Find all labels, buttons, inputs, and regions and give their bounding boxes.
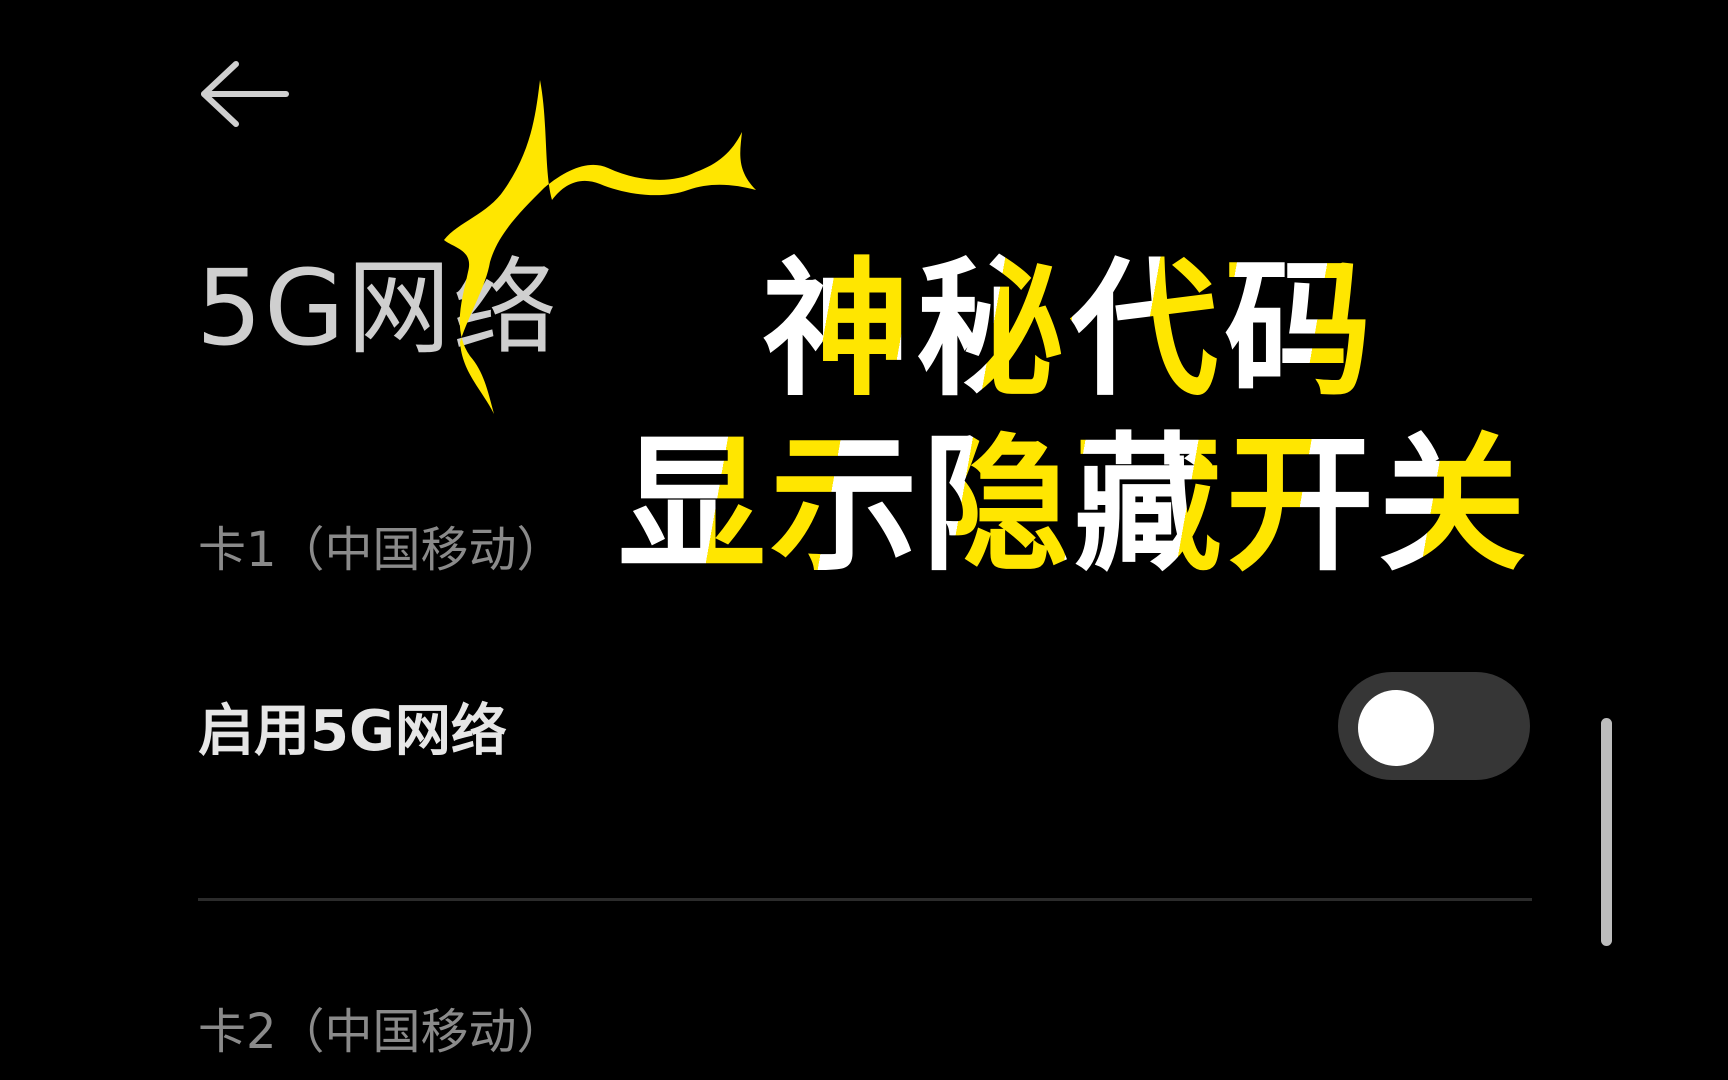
enable-5g-label: 启用5G网络 [198,699,507,764]
enable-5g-toggle[interactable] [1338,672,1530,780]
overlay-caption-line2: 显示隐藏开关 [618,419,1530,591]
section-header-sim1: 卡1（中国移动） [198,522,565,578]
overlay-caption-line1: 神秘代码 [762,244,1378,416]
section-header-sim2: 卡2（中国移动） [198,1004,565,1060]
toggle-knob [1358,690,1434,766]
arrow-left-icon [201,61,289,127]
back-button[interactable] [196,58,292,130]
yellow-brush-decoration [444,80,756,414]
enable-5g-row[interactable]: 启用5G网络 [198,690,1533,774]
divider [198,898,1532,901]
scrollbar[interactable] [1601,718,1612,946]
